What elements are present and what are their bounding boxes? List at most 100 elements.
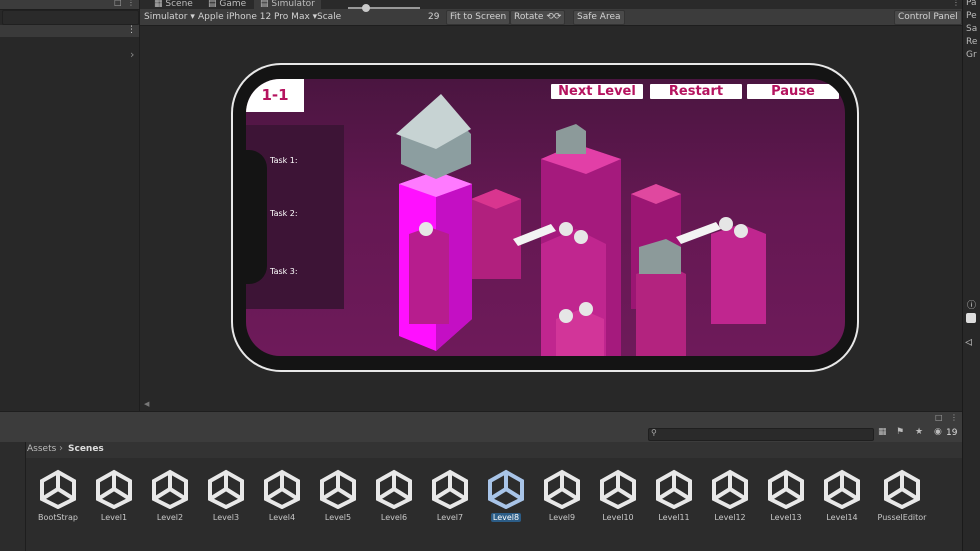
simulator-icon: ▤ bbox=[260, 0, 272, 9]
control-panel-button[interactable]: Control Panel bbox=[894, 10, 962, 25]
pause-button[interactable]: Pause bbox=[747, 84, 839, 99]
unity-scene-icon bbox=[488, 469, 524, 509]
scale-slider-handle[interactable] bbox=[362, 4, 370, 12]
simulator-toolbar: Simulator ▾ Apple iPhone 12 Pro Max ▾ Sc… bbox=[140, 9, 962, 26]
coin-disc bbox=[579, 302, 593, 316]
asset-item[interactable]: BootStrap bbox=[30, 469, 86, 523]
filter-by-type-icon[interactable]: ▦ bbox=[878, 427, 887, 437]
filter-by-label-icon[interactable]: ⚑ bbox=[896, 427, 904, 437]
unity-scene-icon bbox=[884, 469, 920, 509]
asset-label: Level13 bbox=[770, 513, 802, 522]
game-icon: ▤ bbox=[208, 0, 220, 9]
asset-label: Level9 bbox=[548, 513, 576, 522]
level-indicator: 1-1 bbox=[246, 79, 304, 112]
restart-button[interactable]: Restart bbox=[650, 84, 742, 99]
kebab-menu-icon[interactable]: ⋮ bbox=[127, 0, 135, 7]
hidden-count: 19 bbox=[946, 428, 958, 438]
hierarchy-scene-row[interactable]: ⋮ bbox=[0, 25, 139, 37]
device-notch bbox=[233, 150, 267, 284]
asset-item[interactable]: PusselEditor bbox=[874, 469, 930, 523]
hidden-packages-icon[interactable]: ◉ bbox=[934, 427, 942, 437]
breadcrumb-root[interactable]: Assets bbox=[27, 444, 56, 454]
rotate-button[interactable]: Rotate ⟲⟳ bbox=[510, 10, 566, 25]
lock-icon[interactable]: □ bbox=[114, 0, 122, 7]
asset-item[interactable]: Level7 bbox=[422, 469, 478, 523]
chevron-right-icon[interactable]: › bbox=[130, 48, 134, 61]
unity-scene-icon bbox=[264, 469, 300, 509]
asset-label: BootStrap bbox=[38, 513, 78, 522]
right-item[interactable]: Pa bbox=[966, 0, 980, 8]
asset-item[interactable]: Level2 bbox=[142, 469, 198, 523]
scene-menu-icon[interactable]: ⋮ bbox=[127, 25, 136, 35]
asset-item[interactable]: Level1 bbox=[86, 469, 142, 523]
breadcrumb-current[interactable]: Scenes bbox=[68, 444, 104, 454]
asset-label: PusselEditor bbox=[877, 513, 927, 522]
unity-scene-icon bbox=[824, 469, 860, 509]
asset-item[interactable]: Level13 bbox=[758, 469, 814, 523]
project-search-input[interactable]: ⚲ bbox=[648, 428, 874, 441]
unity-scene-icon bbox=[208, 469, 244, 509]
asset-item[interactable]: Level14 bbox=[814, 469, 870, 523]
unity-scene-icon bbox=[432, 469, 468, 509]
tab-simulator[interactable]: ▤ Simulator bbox=[254, 0, 321, 9]
stack-1 bbox=[409, 227, 449, 324]
project-folder-tree bbox=[0, 442, 26, 551]
asset-item[interactable]: Level4 bbox=[254, 469, 310, 523]
rotate-right-icon[interactable]: ⟳ bbox=[554, 12, 562, 22]
asset-label: Level12 bbox=[714, 513, 746, 522]
right-item[interactable]: Gr bbox=[966, 50, 980, 60]
grey-block bbox=[556, 124, 586, 154]
scale-value: 29 bbox=[428, 12, 440, 22]
info-icon[interactable]: ⓘ bbox=[967, 298, 976, 311]
asset-label: Level11 bbox=[658, 513, 690, 522]
asset-label: Level7 bbox=[436, 513, 464, 522]
unity-scene-icon bbox=[40, 469, 76, 509]
stack-3 bbox=[711, 224, 766, 324]
right-item[interactable]: Pe bbox=[966, 11, 980, 21]
coin-disc bbox=[719, 217, 733, 231]
tab-scene[interactable]: ▦ Scene bbox=[148, 0, 199, 9]
coin-disc bbox=[734, 224, 748, 238]
right-item[interactable]: Re bbox=[966, 37, 980, 47]
task-2-label: Task 2: bbox=[270, 209, 298, 218]
asset-label: Level14 bbox=[826, 513, 858, 522]
hierarchy-panel bbox=[0, 0, 140, 411]
asset-item[interactable]: Level12 bbox=[702, 469, 758, 523]
asset-item[interactable]: Level9 bbox=[534, 469, 590, 523]
stack-5 bbox=[636, 264, 686, 356]
scroll-left-icon[interactable]: ◀ bbox=[144, 400, 149, 408]
asset-item[interactable]: Level10 bbox=[590, 469, 646, 523]
unity-scene-icon bbox=[544, 469, 580, 509]
coin-disc bbox=[419, 222, 433, 236]
right-item[interactable]: Sa bbox=[966, 24, 980, 34]
warning-icon[interactable] bbox=[966, 313, 976, 323]
asset-item-selected[interactable]: Level8 bbox=[478, 469, 534, 523]
project-search-row: ⚲ ▦ ⚑ ★ ◉ 19 bbox=[0, 426, 962, 443]
mode-dropdown[interactable]: Simulator ▾ bbox=[144, 9, 195, 25]
dropdown-arrow-icon: ▾ bbox=[190, 12, 195, 22]
tab-game-label: Game bbox=[219, 0, 247, 9]
asset-label: Level2 bbox=[156, 513, 184, 522]
breadcrumb: Assets › Scenes bbox=[26, 442, 962, 458]
favorite-star-icon[interactable]: ★ bbox=[915, 427, 923, 437]
unity-scene-icon bbox=[768, 469, 804, 509]
kebab-menu-icon[interactable]: ⋮ bbox=[950, 413, 958, 422]
kebab-menu-icon[interactable]: ⋮ bbox=[952, 0, 960, 7]
hierarchy-search-input[interactable] bbox=[2, 10, 139, 25]
safe-area-button[interactable]: Safe Area bbox=[573, 10, 625, 25]
tab-simulator-label: Simulator bbox=[271, 0, 315, 9]
unity-scene-icon bbox=[320, 469, 356, 509]
fit-to-screen-button[interactable]: Fit to Screen bbox=[446, 10, 511, 25]
lock-icon[interactable]: □ bbox=[935, 413, 943, 422]
asset-label: Level4 bbox=[268, 513, 296, 522]
asset-item[interactable]: Level11 bbox=[646, 469, 702, 523]
rotate-left-icon[interactable]: ⟲ bbox=[546, 12, 554, 22]
asset-item[interactable]: Level6 bbox=[366, 469, 422, 523]
scale-slider[interactable] bbox=[348, 7, 420, 9]
asset-item[interactable]: Level5 bbox=[310, 469, 366, 523]
tab-game[interactable]: ▤ Game bbox=[202, 0, 252, 9]
hierarchy-header: □ ⋮ bbox=[0, 0, 139, 10]
device-dropdown[interactable]: Apple iPhone 12 Pro Max ▾ bbox=[198, 9, 317, 25]
asset-item[interactable]: Level3 bbox=[198, 469, 254, 523]
next-level-button[interactable]: Next Level bbox=[551, 84, 643, 99]
